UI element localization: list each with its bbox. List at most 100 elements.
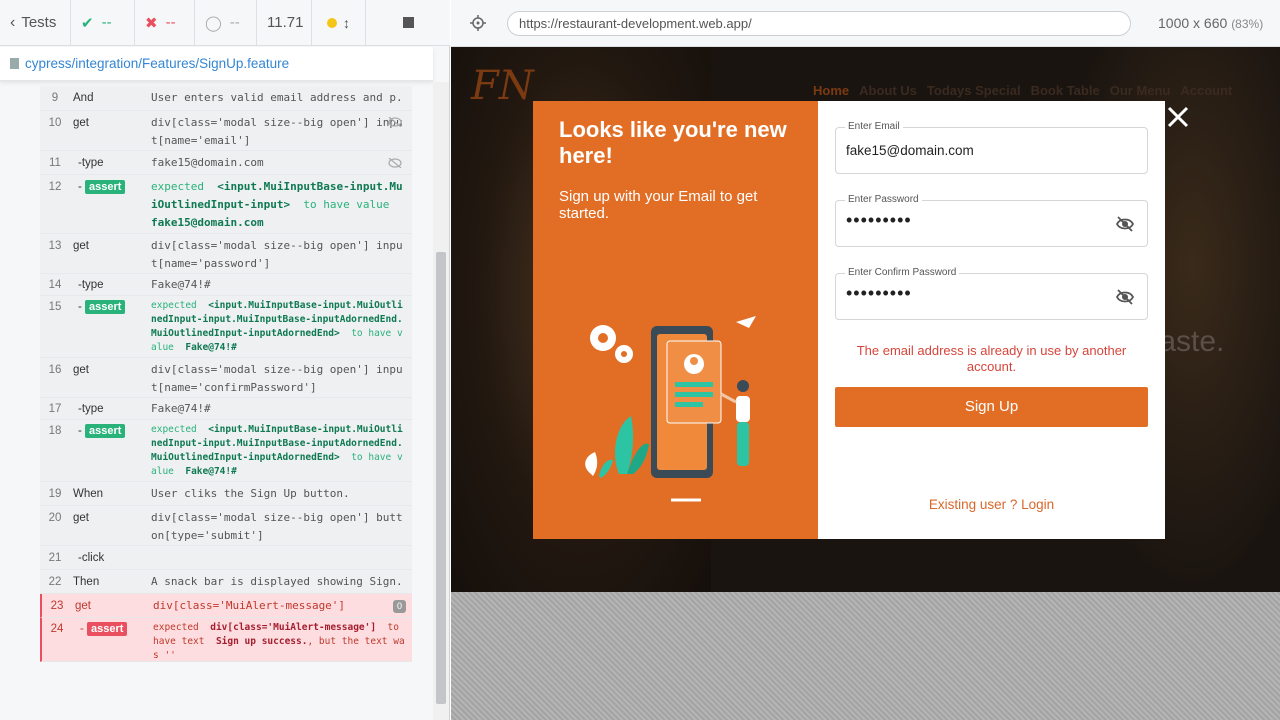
command-row[interactable]: 14 -type Fake@74!#	[40, 274, 412, 296]
password-field[interactable]: Enter Password •••••••••	[835, 193, 1148, 247]
signup-illustration	[585, 316, 756, 502]
command-row[interactable]: 10 get div[class='modal size--big open']…	[40, 111, 412, 151]
nav-menu[interactable]: Our Menu	[1110, 83, 1171, 98]
assert-badge: assert	[85, 180, 126, 194]
assert-value: Sign up success.	[215, 636, 308, 647]
nav-book-table[interactable]: Book Table	[1031, 83, 1100, 98]
command-number: 9	[51, 92, 59, 104]
assert-expected: expected	[153, 622, 199, 633]
confirm-password-value[interactable]: •••••••••	[846, 283, 912, 304]
check-icon: ✔	[81, 14, 94, 32]
command-name-group: - assert	[78, 180, 126, 194]
site-background: FN Home About Us Todays Special Book Tab…	[451, 47, 1280, 592]
command-name: -type	[78, 403, 104, 415]
site-logo: FN	[471, 63, 534, 109]
tests-label: Tests	[21, 14, 57, 31]
command-row[interactable]: 13 get div[class='modal size--big open']…	[40, 234, 412, 274]
passed-stat: ✔ --	[71, 0, 135, 46]
site-nav: Home About Us Todays Special Book Table …	[813, 83, 1232, 98]
command-message: User enters valid email address and p...	[151, 91, 405, 104]
command-row[interactable]: 15 - assert expected <input.MuiInputBase…	[40, 296, 412, 358]
stop-icon	[402, 17, 414, 28]
email-field[interactable]: Enter Email fake15@domain.com	[835, 120, 1148, 174]
command-number: 10	[48, 117, 62, 129]
command-number: 13	[48, 240, 62, 252]
tests-toggle-button[interactable]: ‹ Tests	[0, 0, 71, 46]
command-row-failed[interactable]: 24 - assert expected div[class='MuiAlert…	[40, 618, 412, 662]
eye-off-icon[interactable]	[1115, 215, 1135, 233]
nav-home[interactable]: Home	[813, 83, 849, 98]
reporter-stats-bar: ‹ Tests ✔ -- ✖ -- ◯ -- 11.71 ↕	[0, 0, 450, 46]
command-row[interactable]: 19 When User cliks the Sign Up button.	[40, 482, 412, 506]
viewport-dimensions: 1000 x 660	[1158, 15, 1228, 31]
assert-badge: assert	[85, 424, 126, 438]
command-number: 16	[48, 364, 62, 376]
existing-user-login-link[interactable]: Existing user ? Login	[818, 497, 1165, 512]
confirm-password-field[interactable]: Enter Confirm Password •••••••••	[835, 266, 1148, 320]
auto-scroll-toggle[interactable]: ↕	[312, 0, 366, 46]
command-number: 11	[49, 157, 61, 169]
command-number: 17	[48, 403, 62, 415]
command-message: A snack bar is displayed showing Sign...	[151, 575, 405, 588]
command-row[interactable]: 9 And User enters valid email address an…	[40, 86, 412, 111]
element-count-badge: 0	[393, 600, 406, 613]
app-under-test: https://restaurant-development.web.app/ …	[451, 0, 1280, 720]
command-number: 20	[48, 512, 62, 524]
cypress-reporter: ‹ Tests ✔ -- ✖ -- ◯ -- 11.71 ↕ cypress/i…	[0, 0, 450, 720]
assert-message: expected <input.MuiInputBase-input.MuiOu…	[151, 423, 405, 479]
confirm-password-label: Enter Confirm Password	[845, 266, 960, 280]
command-name: get	[73, 512, 89, 524]
url-field[interactable]: https://restaurant-development.web.app/	[507, 11, 1131, 36]
status-dot-icon	[327, 17, 337, 28]
command-row[interactable]: 21 -click	[40, 546, 412, 570]
command-row[interactable]: 12 - assert expected <input.MuiInputBase…	[40, 175, 412, 234]
command-message: div[class='modal size--big open'] input[…	[151, 116, 403, 147]
command-name: get	[75, 600, 91, 612]
command-row[interactable]: 18 - assert expected <input.MuiInputBase…	[40, 420, 412, 482]
nav-account[interactable]: Account	[1180, 83, 1232, 98]
assert-element: div[class='MuiAlert-message']	[210, 622, 377, 633]
command-row[interactable]: 16 get div[class='modal size--big open']…	[40, 358, 412, 398]
command-number: 24	[50, 623, 64, 635]
command-row[interactable]: 11 -type fake15@domain.com	[40, 151, 412, 175]
email-value[interactable]: fake15@domain.com	[846, 143, 974, 158]
command-name: -type	[78, 279, 104, 291]
assert-expected: expected	[151, 300, 197, 311]
nav-about[interactable]: About Us	[859, 83, 917, 98]
command-number: 14	[48, 279, 62, 291]
pending-stat: ◯ --	[195, 0, 257, 46]
command-row[interactable]: 17 -type Fake@74!#	[40, 398, 412, 420]
close-icon[interactable]	[1167, 106, 1189, 128]
failed-count: --	[165, 14, 176, 31]
circle-notch-icon: ◯	[205, 14, 222, 32]
command-name-group: - assert	[78, 300, 126, 314]
command-name: -	[80, 623, 84, 635]
assert-badge: assert	[85, 300, 126, 314]
password-value[interactable]: •••••••••	[846, 210, 912, 231]
reporter-scrollbar[interactable]	[433, 82, 449, 720]
selector-playground-icon[interactable]	[470, 15, 486, 31]
assert-value: Fake@74!#	[185, 466, 237, 477]
command-name: -	[78, 301, 82, 313]
command-row-failed[interactable]: 23 get div[class='MuiAlert-message'] 0	[40, 594, 412, 618]
stop-button[interactable]	[366, 0, 450, 46]
command-row[interactable]: 22 Then A snack bar is displayed showing…	[40, 570, 412, 594]
spec-path-link[interactable]: cypress/integration/Features/SignUp.feat…	[25, 56, 289, 71]
command-name: -	[78, 181, 82, 193]
scrollbar-thumb[interactable]	[436, 252, 446, 704]
command-row[interactable]: 20 get div[class='modal size--big open']…	[40, 506, 412, 546]
command-message: fake15@domain.com	[151, 156, 264, 169]
command-number: 18	[48, 425, 62, 437]
aut-header: https://restaurant-development.web.app/ …	[451, 0, 1280, 47]
nav-specials[interactable]: Todays Special	[927, 83, 1021, 98]
viewport-scale: (83%)	[1231, 17, 1264, 31]
signup-button[interactable]: Sign Up	[835, 387, 1148, 427]
eye-off-icon	[388, 158, 402, 168]
eye-off-icon[interactable]	[1115, 288, 1135, 306]
modal-subtitle: Sign up with your Email to get started.	[559, 188, 758, 222]
file-icon	[10, 58, 19, 69]
command-name: get	[73, 364, 89, 376]
assert-value: fake15@domain.com	[151, 216, 264, 229]
viewport-info: 1000 x 660 (83%)	[1158, 15, 1263, 31]
command-message: div[class='modal size--big open'] button…	[151, 511, 403, 542]
